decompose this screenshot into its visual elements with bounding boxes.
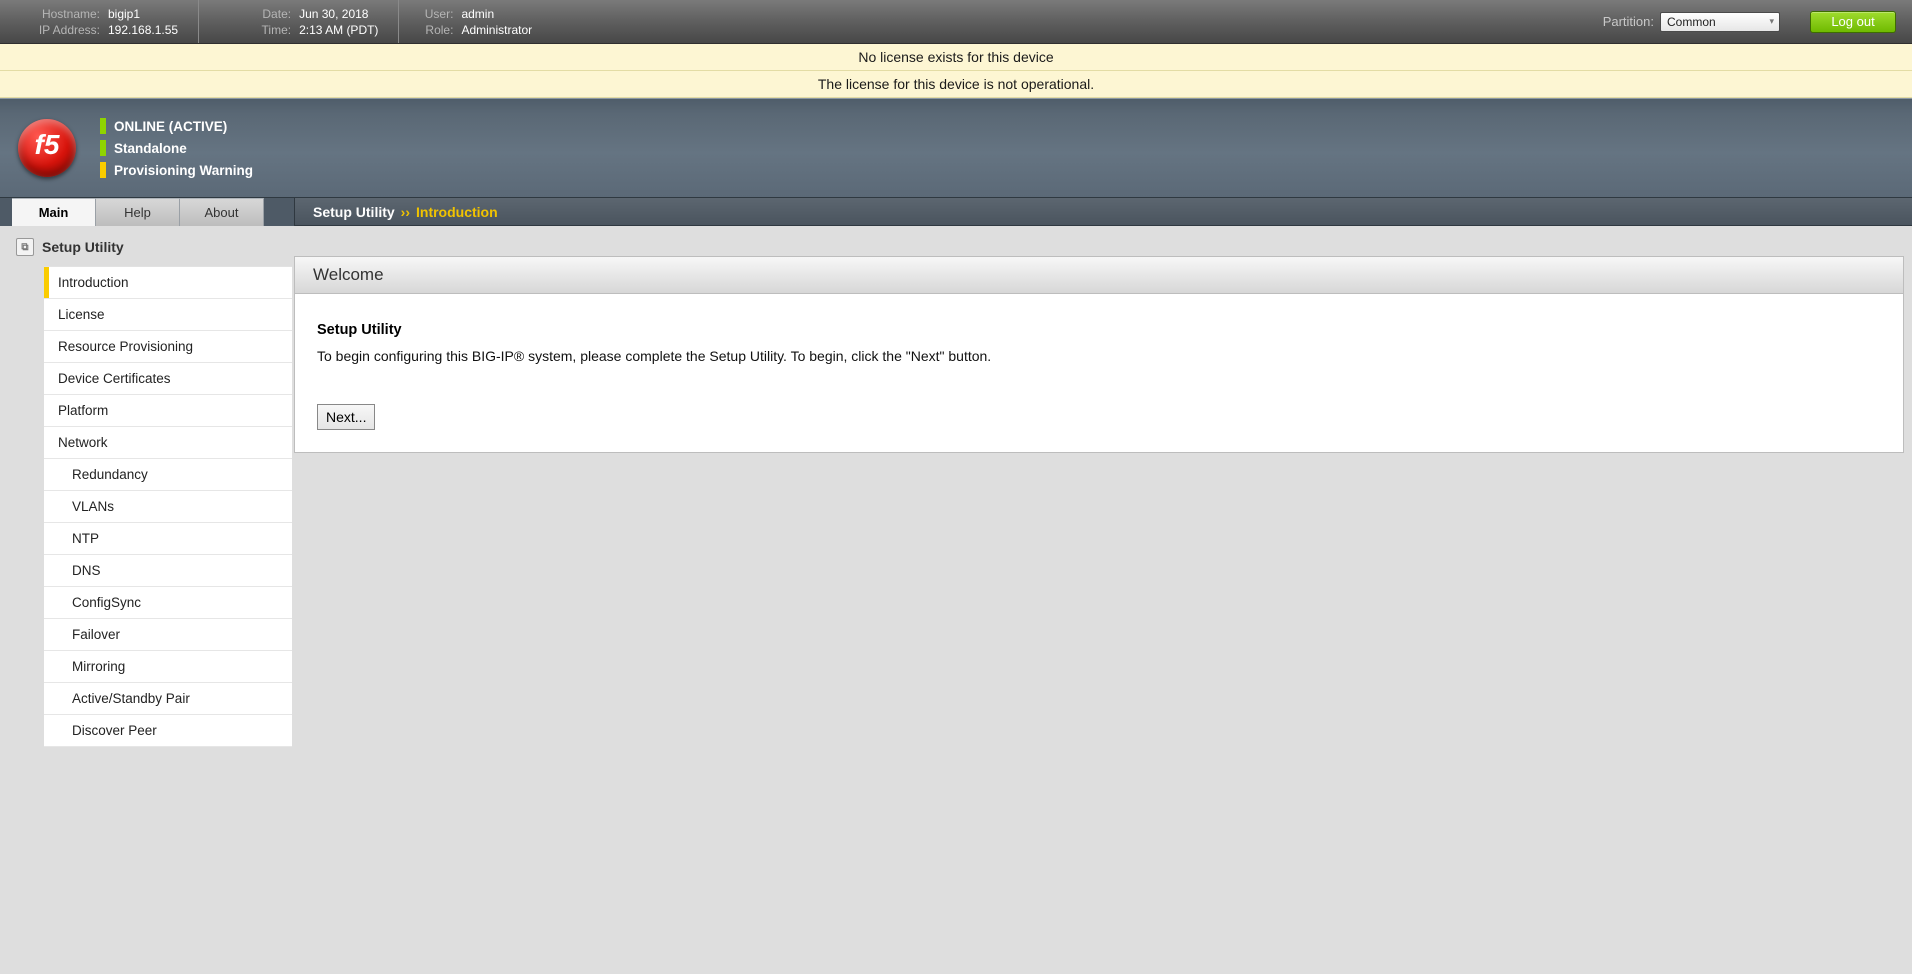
partition-value: Common (1667, 15, 1716, 29)
logout-button[interactable]: Log out (1810, 11, 1896, 33)
tab-about[interactable]: About (180, 198, 264, 226)
sidebar-item-failover[interactable]: Failover (44, 619, 292, 651)
breadcrumb-current: Introduction (416, 204, 498, 220)
breadcrumb-separator-icon: ›› (401, 204, 410, 220)
sidebar-item-discover-peer[interactable]: Discover Peer (44, 715, 292, 747)
f5-logo-icon: f5 (18, 119, 76, 177)
breadcrumb: Setup Utility ›› Introduction (294, 198, 1912, 226)
system-status: ONLINE (ACTIVE) Standalone Provisioning … (100, 118, 253, 178)
status-indicator-icon (100, 118, 106, 134)
panel-title: Welcome (295, 257, 1903, 294)
next-button[interactable]: Next... (317, 404, 375, 430)
sidebar-item-resource-provisioning[interactable]: Resource Provisioning (44, 331, 292, 363)
sidebar-section-title: Setup Utility (42, 239, 124, 255)
sidebar-item-dns[interactable]: DNS (44, 555, 292, 587)
svg-text:f5: f5 (35, 129, 60, 160)
sidebar-item-platform[interactable]: Platform (44, 395, 292, 427)
notice-no-license-text: No license exists for this device (858, 49, 1053, 65)
ip-label: IP Address: (22, 23, 100, 37)
hostname-label: Hostname: (22, 7, 100, 21)
time-label: Time: (213, 23, 291, 37)
partition-label: Partition: (1603, 14, 1654, 29)
content-heading: Setup Utility (317, 322, 1881, 338)
status-provisioning-warning: Provisioning Warning (114, 163, 253, 178)
tab-help[interactable]: Help (96, 198, 180, 226)
sidebar-item-device-certificates[interactable]: Device Certificates (44, 363, 292, 395)
ip-value: 192.168.1.55 (108, 23, 178, 37)
status-indicator-icon (100, 140, 106, 156)
welcome-panel: Welcome Setup Utility To begin configuri… (294, 256, 1904, 453)
user-value: admin (461, 7, 494, 21)
sidebar-item-configsync[interactable]: ConfigSync (44, 587, 292, 619)
role-label: Role: (413, 23, 453, 37)
sidebar-item-ntp[interactable]: NTP (44, 523, 292, 555)
main-content: Welcome Setup Utility To begin configuri… (294, 226, 1912, 786)
host-ip-group: Hostname: bigip1 IP Address: 192.168.1.5… (22, 0, 199, 43)
status-warning-icon (100, 162, 106, 178)
partition-select[interactable]: Common ▾ (1660, 12, 1780, 32)
top-status-bar: Hostname: bigip1 IP Address: 192.168.1.5… (0, 0, 1912, 44)
status-online: ONLINE (ACTIVE) (114, 119, 227, 134)
notice-not-operational-text: The license for this device is not opera… (818, 76, 1094, 92)
setup-utility-icon: ⧉ (16, 238, 34, 256)
sidebar-item-vlans[interactable]: VLANs (44, 491, 292, 523)
time-value: 2:13 AM (PDT) (299, 23, 378, 37)
partition-selector-wrap: Partition: Common ▾ (1603, 12, 1780, 32)
hostname-value: bigip1 (108, 7, 140, 21)
content-paragraph: To begin configuring this BIG-IP® system… (317, 348, 1881, 364)
notice-no-license: No license exists for this device (0, 44, 1912, 71)
sidebar-item-license[interactable]: License (44, 299, 292, 331)
tab-main[interactable]: Main (12, 198, 96, 226)
role-value: Administrator (461, 23, 532, 37)
user-label: User: (413, 7, 453, 21)
date-time-group: Date: Jun 30, 2018 Time: 2:13 AM (PDT) (213, 0, 399, 43)
sidebar: ⧉ Setup Utility Introduction License Res… (0, 226, 294, 786)
sidebar-item-introduction[interactable]: Introduction (44, 267, 292, 299)
status-standalone: Standalone (114, 141, 187, 156)
sidebar-item-redundancy[interactable]: Redundancy (44, 459, 292, 491)
date-value: Jun 30, 2018 (299, 7, 368, 21)
logout-label: Log out (1831, 14, 1874, 29)
masthead: f5 ONLINE (ACTIVE) Standalone Provisioni… (0, 98, 1912, 198)
sidebar-item-network[interactable]: Network (44, 427, 292, 459)
date-label: Date: (213, 7, 291, 21)
sidebar-nav-list: Introduction License Resource Provisioni… (44, 266, 292, 747)
sidebar-item-mirroring[interactable]: Mirroring (44, 651, 292, 683)
notice-not-operational: The license for this device is not opera… (0, 71, 1912, 98)
tab-row: Main Help About Setup Utility ›› Introdu… (0, 198, 1912, 226)
sidebar-section-header[interactable]: ⧉ Setup Utility (12, 226, 294, 266)
user-role-group: User: admin Role: Administrator (413, 0, 552, 43)
sidebar-item-active-standby-pair[interactable]: Active/Standby Pair (44, 683, 292, 715)
breadcrumb-root: Setup Utility (313, 204, 395, 220)
chevron-down-icon: ▾ (1769, 16, 1774, 27)
